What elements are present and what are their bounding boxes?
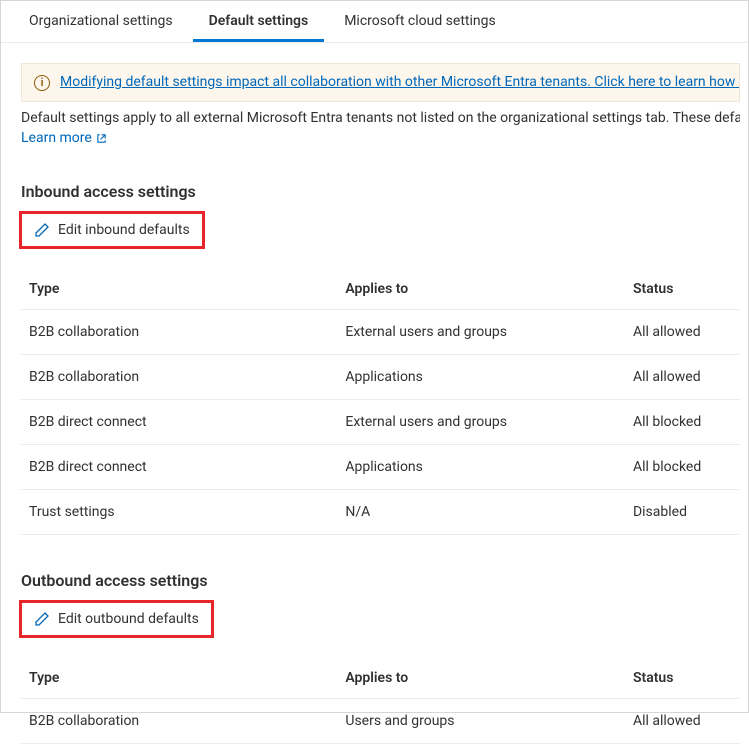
outbound-section-title: Outbound access settings [21, 571, 740, 590]
table-row[interactable]: B2B direct connect External users and gr… [21, 400, 740, 445]
cell-applies: External users and groups [337, 400, 625, 445]
cell-status: All allowed [625, 355, 740, 400]
outbound-table: Type Applies to Status B2B collaboration… [21, 660, 740, 744]
cell-type: Trust settings [21, 490, 337, 535]
edit-inbound-defaults-button[interactable]: Edit inbound defaults [22, 214, 202, 246]
inbound-header-applies[interactable]: Applies to [337, 271, 625, 310]
edit-outbound-label: Edit outbound defaults [58, 611, 199, 627]
cell-type: B2B direct connect [21, 400, 337, 445]
inbound-header-status[interactable]: Status [625, 271, 740, 310]
cell-type: B2B collaboration [21, 310, 337, 355]
table-row[interactable]: B2B collaboration Applications All allow… [21, 355, 740, 400]
outbound-header-type[interactable]: Type [21, 660, 337, 699]
inbound-header-type[interactable]: Type [21, 271, 337, 310]
outbound-highlight-box: Edit outbound defaults [19, 600, 214, 638]
info-icon: i [34, 75, 50, 91]
cell-status: All allowed [625, 699, 740, 744]
table-row[interactable]: B2B collaboration Users and groups All a… [21, 699, 740, 744]
tab-default-settings[interactable]: Default settings [193, 1, 325, 42]
cell-type: B2B collaboration [21, 699, 337, 744]
edit-outbound-defaults-button[interactable]: Edit outbound defaults [22, 603, 211, 635]
cell-applies: External users and groups [337, 310, 625, 355]
outbound-header-status[interactable]: Status [625, 660, 740, 699]
learn-more-label: Learn more [21, 130, 92, 146]
cell-applies: Applications [337, 355, 625, 400]
pencil-icon [34, 222, 50, 238]
cell-status: Disabled [625, 490, 740, 535]
table-row[interactable]: Trust settings N/A Disabled [21, 490, 740, 535]
inbound-section-title: Inbound access settings [21, 182, 740, 201]
edit-inbound-label: Edit inbound defaults [58, 222, 190, 238]
tab-microsoft-cloud-settings[interactable]: Microsoft cloud settings [328, 1, 512, 42]
cell-applies: Users and groups [337, 699, 625, 744]
cell-status: All blocked [625, 445, 740, 490]
banner-link[interactable]: Modifying default settings impact all co… [60, 74, 740, 90]
cell-status: All blocked [625, 400, 740, 445]
cell-applies: Applications [337, 445, 625, 490]
tab-organizational-settings[interactable]: Organizational settings [13, 1, 189, 42]
cell-applies: N/A [337, 490, 625, 535]
outbound-header-applies[interactable]: Applies to [337, 660, 625, 699]
learn-more-link[interactable]: Learn more [21, 130, 107, 146]
external-link-icon [96, 133, 107, 144]
cell-type: B2B direct connect [21, 445, 337, 490]
table-row[interactable]: B2B direct connect Applications All bloc… [21, 445, 740, 490]
inbound-highlight-box: Edit inbound defaults [19, 211, 205, 249]
cell-type: B2B collaboration [21, 355, 337, 400]
table-row[interactable]: B2B collaboration External users and gro… [21, 310, 740, 355]
cell-status: All allowed [625, 310, 740, 355]
tab-bar: Organizational settings Default settings… [1, 1, 748, 43]
inbound-table: Type Applies to Status B2B collaboration… [21, 271, 740, 535]
description-text: Default settings apply to all external M… [21, 108, 740, 128]
info-banner: i Modifying default settings impact all … [21, 63, 740, 102]
pencil-icon [34, 611, 50, 627]
